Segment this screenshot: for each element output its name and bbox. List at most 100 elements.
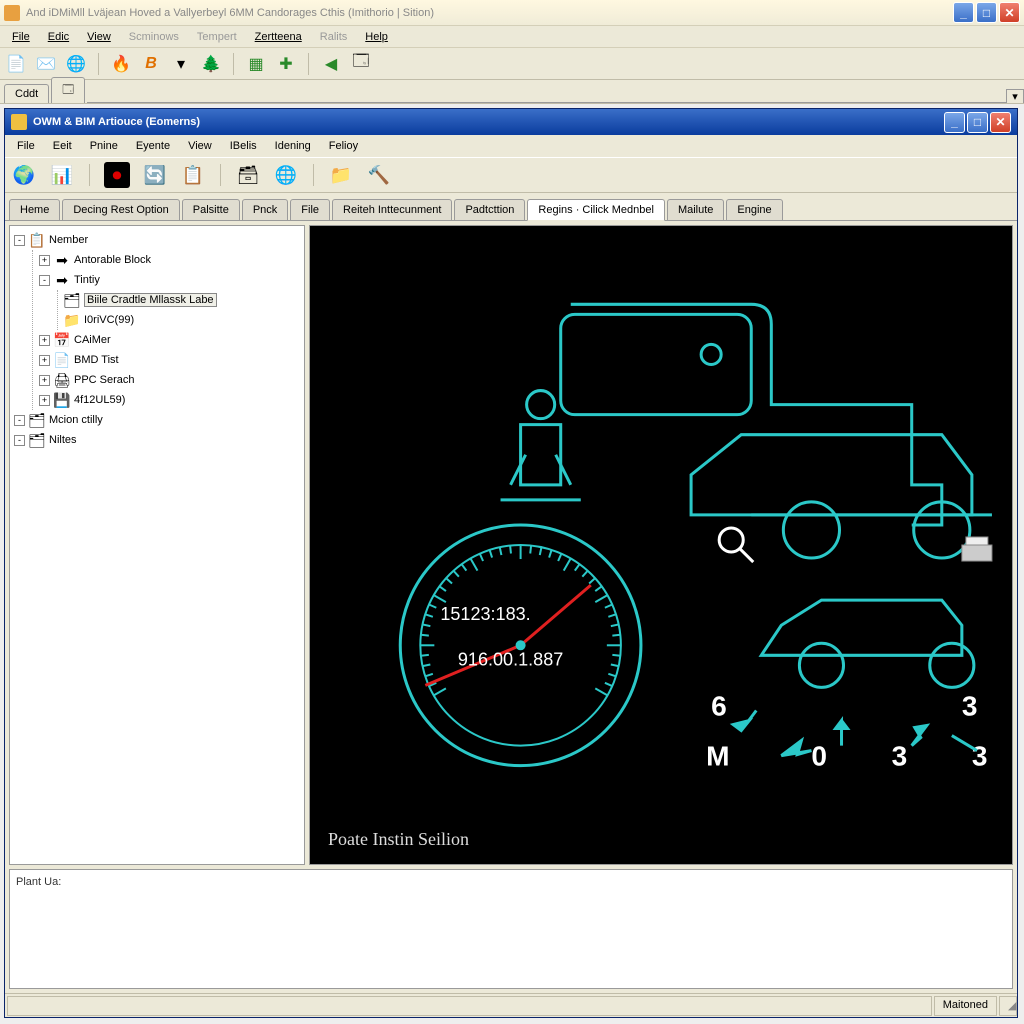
app-icon [4,5,20,21]
svg-text:3: 3 [892,741,908,772]
outer-window-controls: _ □ ✕ [953,2,1020,23]
bold-b-icon[interactable]: B [141,54,161,74]
tree-item-0[interactable]: +➡Antorable Block [39,250,300,270]
menu-view[interactable]: View [79,29,119,45]
svg-text:15123:183.: 15123:183. [440,604,530,624]
plus-icon[interactable]: ✚ [276,54,296,74]
app-title: And iDMiMll Lväjean Hoved a Vallyerbeyl … [26,7,947,19]
outer-tab-icon[interactable]: 🗔 [51,77,85,103]
outer-tab-dropdown[interactable]: ▾ [1006,89,1024,103]
doc-tab-9[interactable]: Engine [726,199,782,221]
mdi-area: OWM & BIM Artiouce (Eomerns) _ □ ✕ File … [0,104,1024,1024]
globe-icon[interactable]: 🌐 [66,54,86,74]
tree-root[interactable]: -📋Nember [14,230,300,250]
child-menu-file[interactable]: File [9,138,43,154]
child-menu-ibelis[interactable]: IBelis [222,138,265,154]
mail-icon[interactable]: ✉️ [36,54,56,74]
svg-text:0: 0 [811,741,827,772]
diagram-viewer[interactable]: 15123:183. 916.00.1.887 6 M 0 3 [309,225,1013,865]
child-menu-eyente[interactable]: Eyente [128,138,178,154]
child-titlebar: OWM & BIM Artiouce (Eomerns) _ □ ✕ [5,109,1017,135]
world-search-icon[interactable]: 🌐 [273,162,299,188]
outer-close-button[interactable]: ✕ [999,2,1020,23]
child-window: OWM & BIM Artiouce (Eomerns) _ □ ✕ File … [4,108,1018,1018]
menu-tempert[interactable]: Tempert [189,29,245,45]
child-window-controls: _ □ ✕ [944,112,1011,133]
child-maximize-button[interactable]: □ [967,112,988,133]
menu-help[interactable]: Help [357,29,396,45]
outer-tab-cddt[interactable]: Cddt [4,84,49,103]
report-icon[interactable]: 📋 [180,162,206,188]
child-menu-pnine[interactable]: Pnine [82,138,126,154]
tree-item-1-0[interactable]: 🗂Biile Cradtle Mllassk Labe [64,290,300,310]
menu-scminows[interactable]: Scminows [121,29,187,45]
hammer-icon[interactable]: 🔨 [366,162,392,188]
child-menu-view[interactable]: View [180,138,220,154]
child-menu-idening[interactable]: Idening [267,138,319,154]
output-pane[interactable]: Plant Ua: [9,869,1013,989]
tree-item-3[interactable]: +📄BMD Tist [39,350,300,370]
menu-ralits[interactable]: Ralits [312,29,356,45]
resize-grip-icon[interactable]: ◢ [999,996,1017,1016]
flame-icon[interactable]: 🔥 [111,54,131,74]
play-icon[interactable]: ◀ [321,54,341,74]
new-doc-icon[interactable]: 📄 [6,54,26,74]
svg-text:M: M [706,741,729,772]
child-close-button[interactable]: ✕ [990,112,1011,133]
tree-icon[interactable]: 🌲 [201,54,221,74]
doc-tab-1[interactable]: Decing Rest Option [62,199,179,221]
child-menu-felioy[interactable]: Felioy [321,138,366,154]
table-icon[interactable]: 🗃 [235,162,261,188]
menu-edic[interactable]: Edic [40,29,77,45]
doc-tab-6[interactable]: Padtcttion [454,199,525,221]
doc-tab-5[interactable]: Reiteh Inttecunment [332,199,452,221]
chart-tool-icon[interactable]: 📊 [49,162,75,188]
outer-titlebar: And iDMiMll Lväjean Hoved a Vallyerbeyl … [0,0,1024,26]
doc-tab-7[interactable]: Regins · Cilick Mednbel [527,199,665,221]
workspace: -📋Nember+➡Antorable Block-➡Tintiy🗂Biile … [5,221,1017,869]
refresh-icon[interactable]: 🔄 [142,162,168,188]
outer-maximize-button[interactable]: □ [976,2,997,23]
doc-tab-2[interactable]: Palsitte [182,199,240,221]
tree-tail-0[interactable]: -🗂Mcion ctilly [14,410,300,430]
form-icon[interactable]: 🗔 [351,54,371,74]
viewer-caption: Poate Instin Seilion [328,829,469,850]
output-label: Plant Ua: [16,876,61,888]
outer-toolbar: 📄 ✉️ 🌐 🔥 B ▾ 🌲 ▦ ✚ ◀ 🗔 [0,48,1024,80]
tree-item-5[interactable]: +💾4f12UL59) [39,390,300,410]
tree-item-1-1[interactable]: 📁I0riVC(99) [64,310,300,330]
menu-file[interactable]: File [4,29,38,45]
globe-tool-icon[interactable]: 🌍 [11,162,37,188]
child-menubar: File Eeit Pnine Eyente View IBelis Ideni… [5,135,1017,157]
doc-tab-4[interactable]: File [290,199,330,221]
document-tabs: HemeDecing Rest OptionPalsittePnckFileRe… [5,193,1017,221]
tree-tail-1[interactable]: -🗂Niltes [14,430,300,450]
tree-item-1[interactable]: -➡Tintiy [39,270,300,290]
tree-item-2[interactable]: +📅CAiMer [39,330,300,350]
tree-pane[interactable]: -📋Nember+➡Antorable Block-➡Tintiy🗂Biile … [9,225,305,865]
tree-item-4[interactable]: +🖨PPC Serach [39,370,300,390]
dropdown-icon[interactable]: ▾ [171,54,191,74]
svg-text:3: 3 [962,690,978,721]
status-cell-maitoned: Maitoned [934,996,997,1016]
doc-tab-3[interactable]: Pnck [242,199,288,221]
child-minimize-button[interactable]: _ [944,112,965,133]
doc-tab-0[interactable]: Heme [9,199,60,221]
outer-tab-strip: Cddt 🗔 ▾ [0,80,1024,104]
svg-text:3: 3 [972,741,988,772]
folder-icon[interactable]: 📁 [328,162,354,188]
status-cell-main [7,996,932,1016]
record-icon[interactable]: ⏺ [104,162,130,188]
menu-zertteena[interactable]: Zertteena [247,29,310,45]
svg-text:916.00.1.887: 916.00.1.887 [458,649,563,669]
grid-icon[interactable]: ▦ [246,54,266,74]
doc-tab-8[interactable]: Mailute [667,199,724,221]
child-app-icon [11,114,27,130]
child-menu-eeit[interactable]: Eeit [45,138,80,154]
statusbar: Maitoned ◢ [5,993,1017,1017]
child-toolbar: 🌍 📊 ⏺ 🔄 📋 🗃 🌐 📁 🔨 [5,157,1017,193]
outer-menubar: File Edic View Scminows Tempert Zertteen… [0,26,1024,48]
child-title: OWM & BIM Artiouce (Eomerns) [33,116,938,128]
svg-text:6: 6 [711,690,727,721]
outer-minimize-button[interactable]: _ [953,2,974,23]
